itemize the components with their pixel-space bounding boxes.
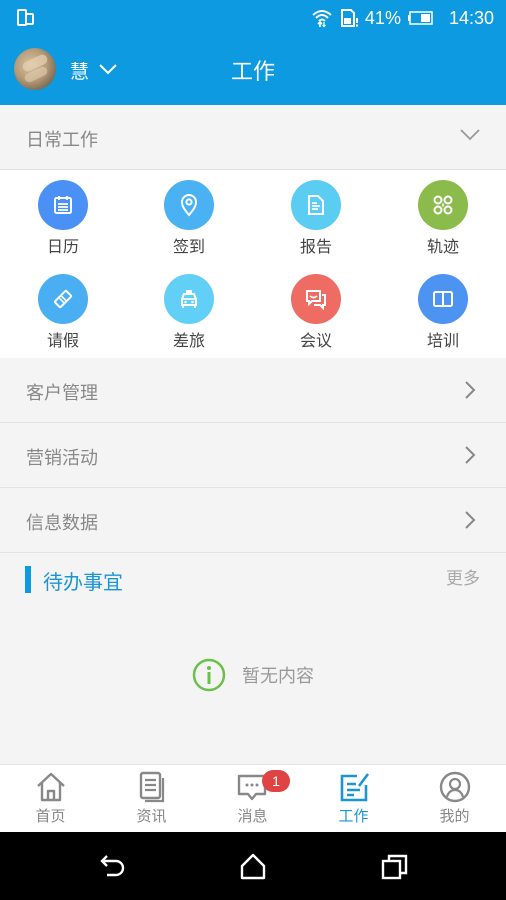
todo-header: 待办事宜 更多 — [0, 553, 506, 603]
tile-label: 签到 — [172, 237, 205, 256]
chevron-down-icon[interactable] — [460, 129, 480, 141]
chevron-right-icon — [465, 381, 476, 399]
tile-label: 请假 — [46, 331, 79, 350]
tab-work[interactable]: 工作 — [303, 765, 404, 833]
tab-label: 我的 — [439, 807, 470, 825]
unread-badge: 1 — [262, 770, 290, 792]
battery-percent: 41% — [364, 7, 401, 28]
tile-leave[interactable]: 请假 — [13, 264, 113, 354]
clock: 14:30 — [448, 7, 494, 28]
tile-label: 差旅 — [172, 331, 205, 350]
chat-bubbles-icon — [291, 274, 341, 324]
menu-item-customer-management[interactable]: 客户管理 — [0, 358, 506, 423]
empty-state: 暂无内容 — [0, 655, 506, 695]
tile-meeting[interactable]: 会议 — [266, 264, 366, 354]
tile-travel[interactable]: 差旅 — [139, 264, 239, 354]
menu-item-marketing[interactable]: 营销活动 — [0, 423, 506, 488]
system-nav-bar — [0, 832, 506, 900]
report-document-icon — [291, 180, 341, 230]
battery-icon — [407, 11, 433, 25]
section-accent-bar — [25, 566, 31, 593]
home-nav-icon[interactable] — [238, 852, 268, 882]
tile-label: 报告 — [299, 237, 332, 256]
work-icon — [340, 773, 369, 802]
info-icon — [192, 658, 226, 692]
avatar[interactable] — [14, 48, 56, 90]
profile-icon — [439, 771, 470, 803]
chevron-right-icon — [465, 511, 476, 529]
user-name[interactable]: 慧 — [70, 57, 89, 84]
daily-work-header[interactable]: 日常工作 — [0, 105, 506, 170]
sim-alert-icon — [340, 9, 358, 27]
tile-label: 轨迹 — [426, 237, 459, 256]
tile-report[interactable]: 报告 — [266, 170, 366, 260]
chevron-down-icon[interactable] — [98, 63, 118, 75]
back-icon[interactable] — [98, 852, 128, 882]
tab-home[interactable]: 首页 — [0, 765, 101, 833]
screen-mirror-icon — [17, 9, 34, 26]
book-icon — [418, 274, 468, 324]
tile-calendar[interactable]: 日历 — [13, 170, 113, 260]
tab-label: 工作 — [338, 807, 369, 825]
home-icon — [36, 772, 65, 802]
tab-bar: 首页 资讯 消息 1 工作 我的 — [0, 764, 506, 832]
page-title: 工作 — [230, 60, 275, 85]
menu-item-label: 营销活动 — [26, 448, 98, 469]
tab-news[interactable]: 资讯 — [101, 765, 202, 833]
tab-label: 资讯 — [136, 807, 167, 825]
tile-label: 日历 — [46, 237, 79, 256]
daily-work-grid: 日历 签到 报告 轨迹 请假 差旅 会议 培训 — [0, 170, 506, 358]
tile-track[interactable]: 轨迹 — [393, 170, 493, 260]
tile-check-in[interactable]: 签到 — [139, 170, 239, 260]
ticket-icon — [38, 274, 88, 324]
news-icon — [139, 771, 164, 803]
calendar-icon — [38, 180, 88, 230]
tile-training[interactable]: 培训 — [393, 264, 493, 354]
menu-list: 客户管理 营销活动 信息数据 — [0, 358, 506, 553]
more-link[interactable]: 更多 — [446, 564, 480, 589]
menu-item-label: 客户管理 — [26, 383, 98, 404]
track-icon — [418, 180, 468, 230]
tab-profile[interactable]: 我的 — [404, 765, 505, 833]
menu-item-label: 信息数据 — [26, 513, 98, 534]
chevron-right-icon — [465, 446, 476, 464]
taxi-icon — [164, 274, 214, 324]
recents-icon[interactable] — [380, 852, 410, 882]
empty-text: 暂无内容 — [242, 666, 314, 687]
tile-label: 培训 — [426, 331, 459, 350]
todo-title: 待办事宜 — [43, 570, 123, 594]
location-pin-icon — [164, 180, 214, 230]
tab-label: 消息 — [237, 807, 268, 825]
app-bar: 慧 工作 — [0, 36, 506, 105]
tile-label: 会议 — [299, 331, 332, 350]
tab-label: 首页 — [35, 807, 66, 825]
daily-work-title: 日常工作 — [26, 130, 98, 151]
status-bar: 41% 14:30 — [0, 0, 506, 36]
wifi-icon — [312, 10, 332, 28]
menu-item-info-data[interactable]: 信息数据 — [0, 488, 506, 553]
